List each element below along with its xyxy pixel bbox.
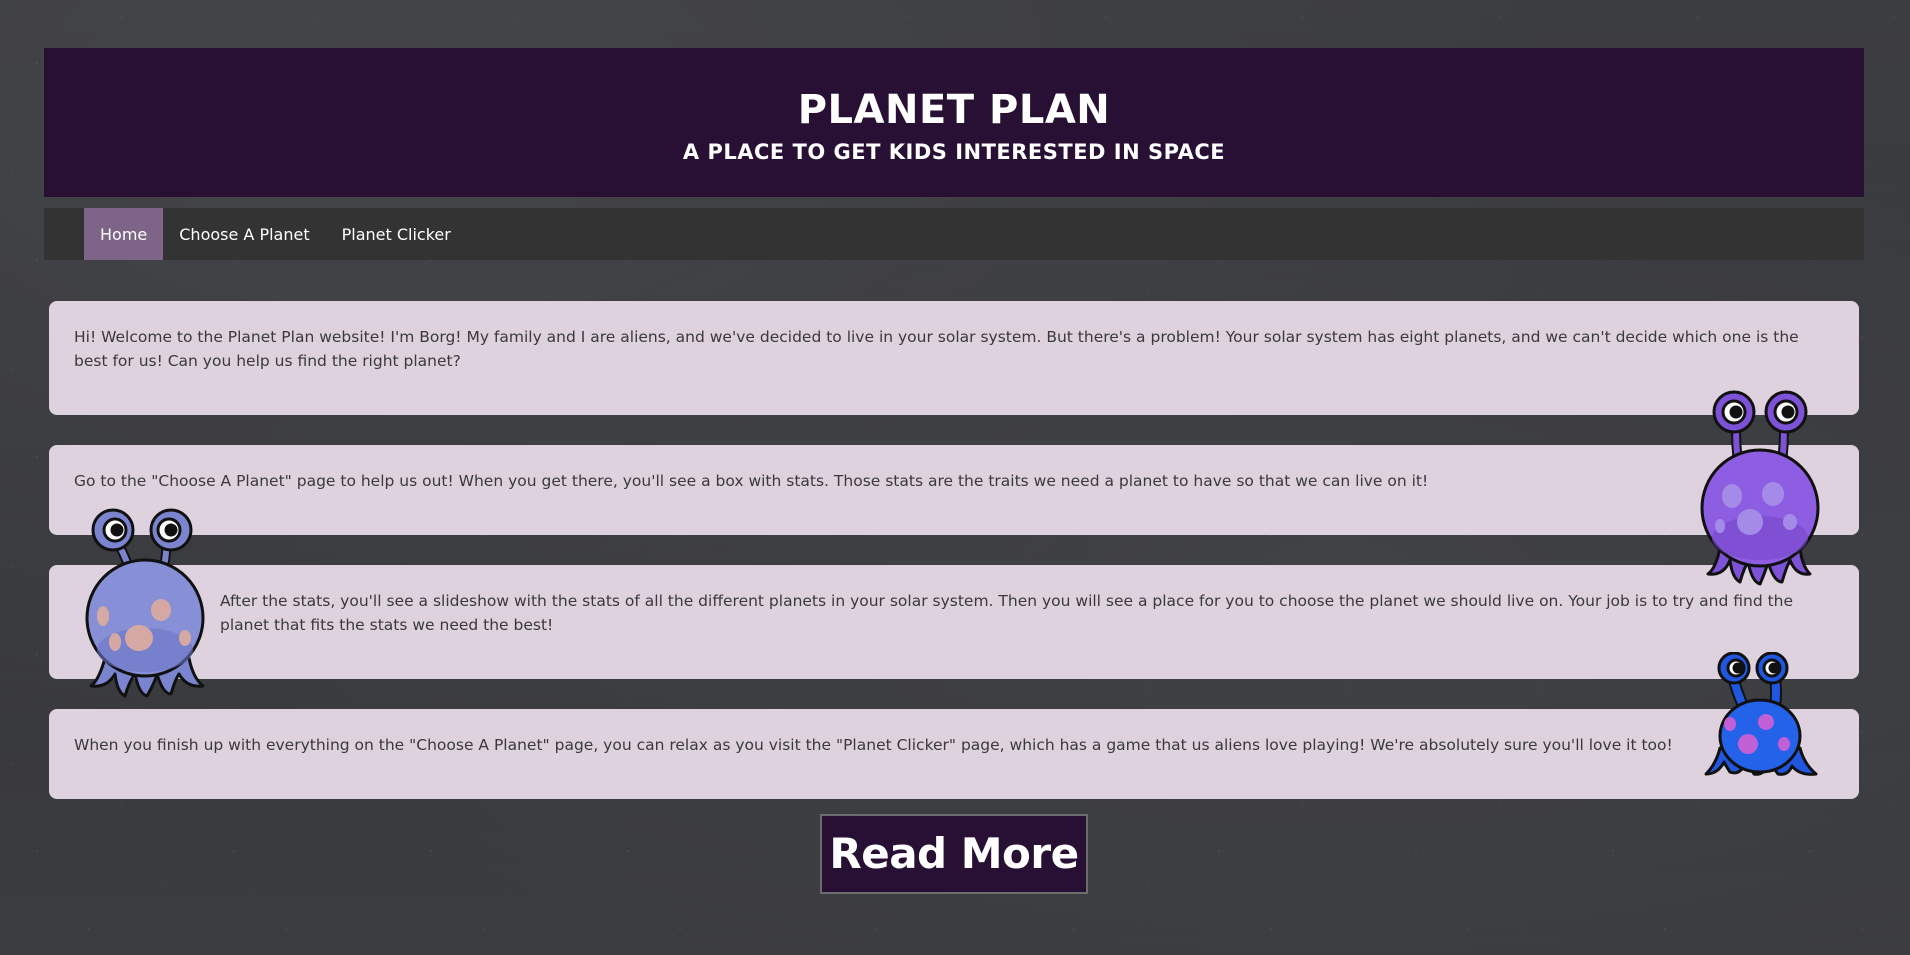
site-title: PLANET PLAN [797, 87, 1111, 133]
nav-list: Home Choose A Planet Planet Clicker [44, 208, 1864, 260]
alien-purple-icon [1700, 390, 1820, 586]
nav-item-choose-a-planet[interactable]: Choose A Planet [163, 208, 325, 260]
instructions-text: Go to the "Choose A Planet" page to help… [74, 472, 1429, 490]
slideshow-card: After the stats, you'll see a slideshow … [49, 565, 1859, 679]
site-subtitle: A PLACE TO GET KIDS INTERESTED IN SPACE [682, 140, 1226, 164]
nav-item-planet-clicker[interactable]: Planet Clicker [326, 208, 467, 260]
intro-text: Hi! Welcome to the Planet Plan website! … [74, 328, 1799, 370]
alien-blue-icon [1704, 652, 1818, 776]
read-more-button[interactable]: Read More [820, 814, 1088, 894]
intro-card: Hi! Welcome to the Planet Plan website! … [49, 301, 1859, 415]
clicker-card: When you finish up with everything on th… [49, 709, 1859, 799]
alien-periwinkle-icon [85, 508, 205, 698]
slideshow-text: After the stats, you'll see a slideshow … [220, 592, 1794, 634]
instructions-card: Go to the "Choose A Planet" page to help… [49, 445, 1859, 535]
nav-item-home[interactable]: Home [84, 208, 164, 260]
site-header: PLANET PLAN A PLACE TO GET KIDS INTEREST… [44, 48, 1864, 197]
clicker-text: When you finish up with everything on th… [74, 736, 1673, 754]
main-nav: Home Choose A Planet Planet Clicker [44, 208, 1864, 260]
